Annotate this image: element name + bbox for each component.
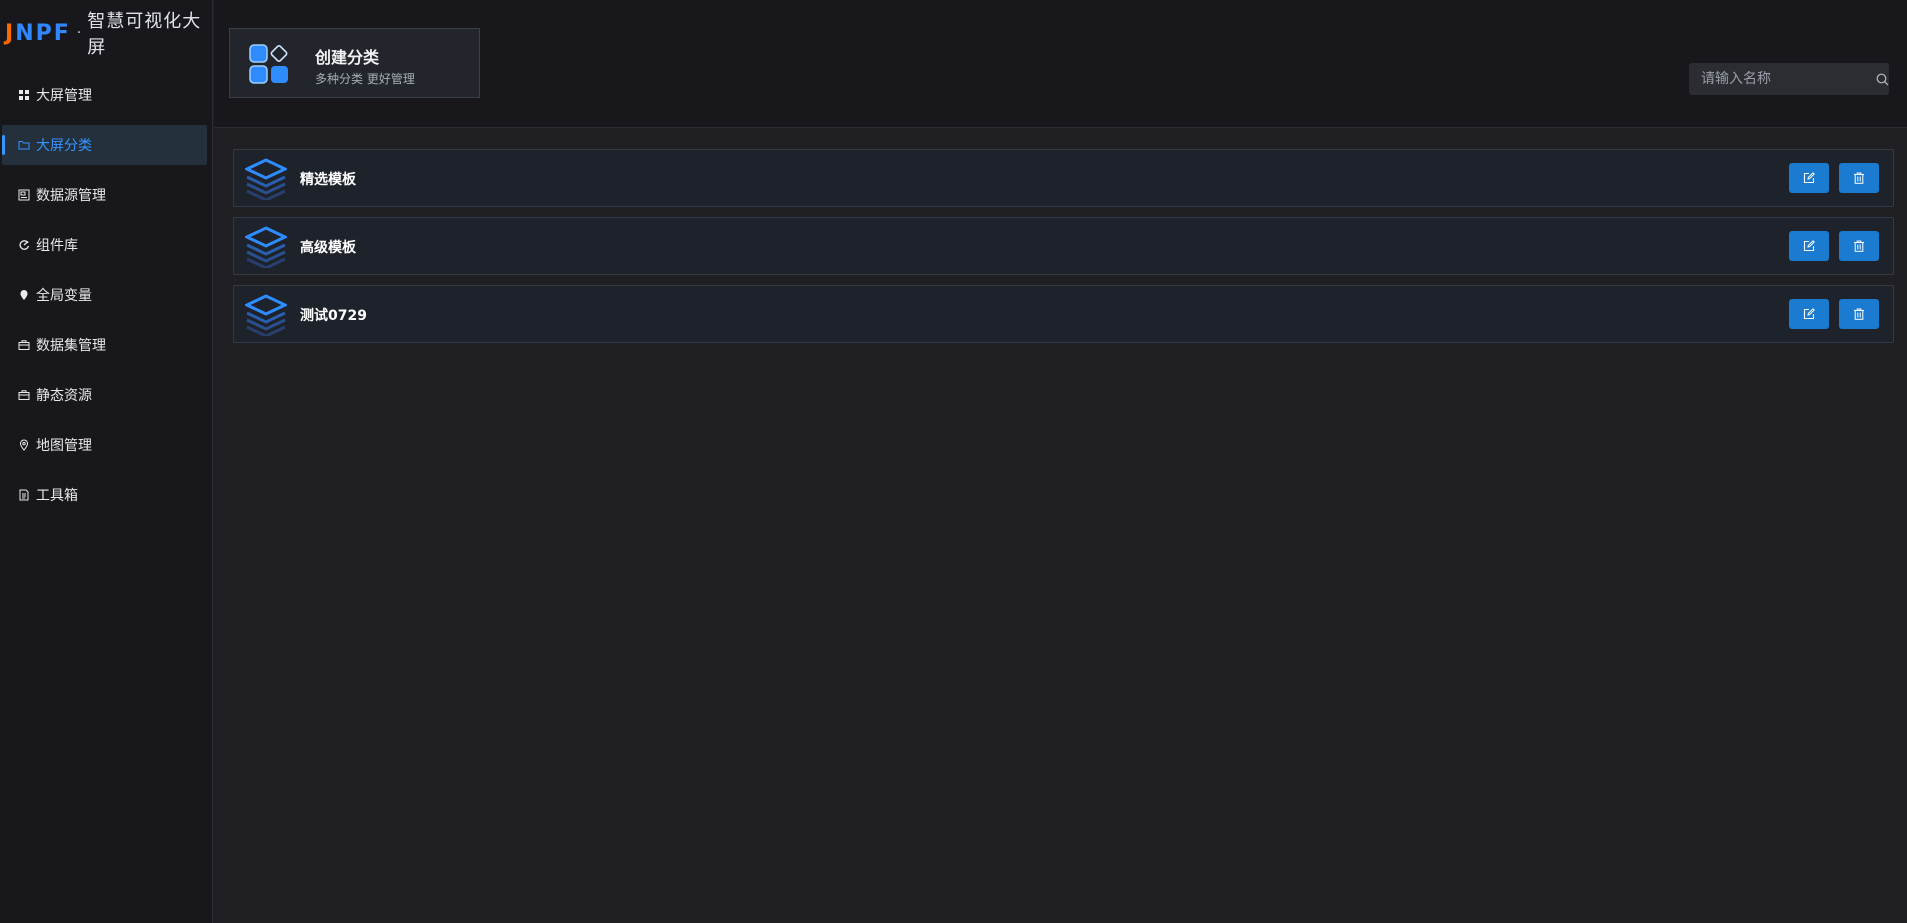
delete-button[interactable]	[1839, 163, 1879, 193]
trash-icon	[1853, 237, 1865, 256]
sidebar-item-datasource[interactable]: 数据源管理	[2, 175, 207, 215]
document-icon	[18, 489, 30, 501]
layers-icon	[243, 158, 289, 202]
sidebar-item-label: 大屏分类	[36, 138, 92, 154]
edit-icon	[1803, 237, 1815, 256]
sidebar-item-screen-category[interactable]: 大屏分类	[2, 125, 207, 165]
delete-button[interactable]	[1839, 231, 1879, 261]
layers-icon	[243, 294, 289, 338]
logo-separator: ·	[76, 25, 82, 41]
row-actions	[1789, 231, 1879, 261]
header: 创建分类 多种分类 更好管理	[214, 0, 1907, 128]
sidebar: J NPF · 智慧可视化大屏 大屏管理 大屏分类 数据源管理 组件库 全局变量…	[0, 0, 213, 923]
create-category-title: 创建分类	[315, 48, 380, 67]
sidebar-item-label: 大屏管理	[36, 88, 92, 104]
logo: J NPF · 智慧可视化大屏	[5, 11, 212, 58]
edit-button[interactable]	[1789, 231, 1829, 261]
datasource-icon	[18, 189, 30, 201]
app-root: J NPF · 智慧可视化大屏 大屏管理 大屏分类 数据源管理 组件库 全局变量…	[0, 0, 1907, 923]
sidebar-item-global-variables[interactable]: 全局变量	[2, 275, 207, 315]
row-actions	[1789, 299, 1879, 329]
category-name: 测试0729	[300, 308, 367, 324]
sidebar-item-screen-management[interactable]: 大屏管理	[2, 75, 207, 115]
edit-icon	[1803, 305, 1815, 324]
logo-mark-j: J	[5, 20, 16, 46]
trash-icon	[1853, 169, 1865, 188]
search-input[interactable]	[1689, 63, 1875, 95]
briefcase-icon	[18, 389, 30, 401]
create-category-button[interactable]: 创建分类 多种分类 更好管理	[229, 28, 480, 98]
sidebar-item-toolbox[interactable]: 工具箱	[2, 475, 207, 515]
category-row: 高级模板	[233, 217, 1894, 275]
category-name: 精选模板	[300, 172, 356, 188]
sidebar-nav: 大屏管理 大屏分类 数据源管理 组件库 全局变量 数据集管理 静态资源 地图管理…	[2, 75, 207, 525]
sidebar-item-label: 地图管理	[36, 438, 92, 454]
sidebar-item-label: 全局变量	[36, 288, 92, 304]
sidebar-item-label: 数据源管理	[36, 188, 106, 204]
sidebar-item-label: 工具箱	[36, 488, 78, 504]
briefcase-icon	[18, 339, 30, 351]
layers-icon	[243, 226, 289, 270]
component-icon	[18, 239, 30, 251]
category-shapes-icon	[249, 44, 289, 84]
category-list: 精选模板 高级模板 测试0729	[233, 149, 1894, 353]
edit-button[interactable]	[1789, 163, 1829, 193]
search-icon[interactable]	[1875, 73, 1889, 86]
search-box	[1689, 63, 1889, 95]
location-pin-icon	[18, 289, 30, 301]
delete-button[interactable]	[1839, 299, 1879, 329]
sidebar-item-label: 静态资源	[36, 388, 92, 404]
sidebar-item-dataset-management[interactable]: 数据集管理	[2, 325, 207, 365]
logo-title: 智慧可视化大屏	[87, 11, 202, 58]
category-row: 精选模板	[233, 149, 1894, 207]
trash-icon	[1853, 305, 1865, 324]
logo-mark: J NPF	[5, 21, 71, 46]
edit-icon	[1803, 169, 1815, 188]
category-name: 高级模板	[300, 240, 356, 256]
grid-icon	[18, 89, 30, 101]
sidebar-item-label: 组件库	[36, 238, 78, 254]
folder-icon	[18, 139, 30, 151]
row-actions	[1789, 163, 1879, 193]
edit-button[interactable]	[1789, 299, 1829, 329]
sidebar-item-static-resources[interactable]: 静态资源	[2, 375, 207, 415]
create-category-subtitle: 多种分类 更好管理	[315, 72, 415, 86]
map-pin-icon	[18, 439, 30, 451]
category-row: 测试0729	[233, 285, 1894, 343]
logo-mark-npf: NPF	[15, 20, 71, 46]
sidebar-item-map-management[interactable]: 地图管理	[2, 425, 207, 465]
sidebar-item-label: 数据集管理	[36, 338, 106, 354]
sidebar-item-component-library[interactable]: 组件库	[2, 225, 207, 265]
